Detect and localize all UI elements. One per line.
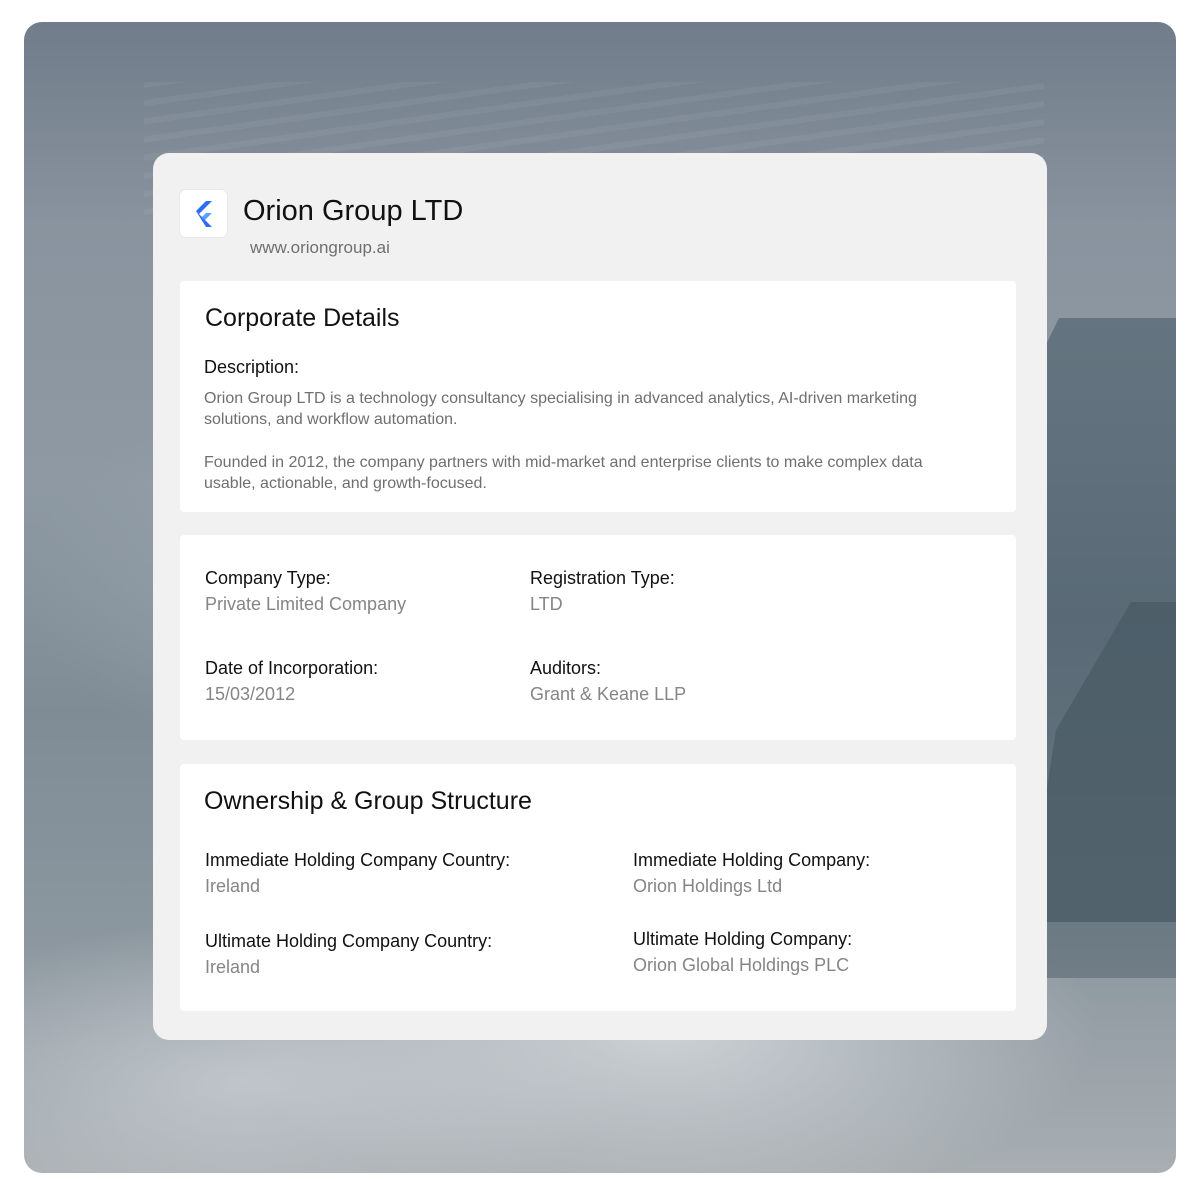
company-type-value: Private Limited Company (205, 594, 407, 614)
corporate-details-title: Corporate Details (205, 304, 400, 332)
ultimate-holding-company-field: Ultimate Holding Company: Orion Global H… (633, 928, 852, 976)
company-website-link[interactable]: www.oriongroup.ai (250, 238, 390, 258)
ownership-title: Ownership & Group Structure (204, 787, 532, 815)
registration-type-label: Registration Type: (530, 568, 675, 588)
auditors-value: Grant & Keane LLP (530, 684, 687, 704)
ultimate-holding-company-label: Ultimate Holding Company: (633, 929, 853, 949)
immediate-holding-country-field: Immediate Holding Company Country: Irela… (205, 849, 510, 897)
immediate-holding-company-field: Immediate Holding Company: Orion Holding… (633, 849, 870, 897)
registration-details-panel: Company Type: Private Limited Company Re… (180, 535, 1016, 740)
immediate-holding-company-value: Orion Holdings Ltd (633, 876, 783, 896)
company-logo[interactable] (180, 190, 227, 237)
ownership-structure-panel: Ownership & Group Structure Immediate Ho… (180, 764, 1016, 1011)
ultimate-holding-country-value: Ireland (205, 957, 261, 977)
registration-type-value: LTD (530, 594, 563, 614)
description-paragraph-2: Founded in 2012, the company partners wi… (204, 454, 923, 492)
auditors-label: Auditors: (530, 658, 602, 678)
immediate-holding-country-label: Immediate Holding Company Country: (205, 850, 511, 870)
flutter-chevron-logo-icon (196, 201, 212, 227)
company-name: Orion Group LTD (243, 195, 464, 227)
immediate-holding-company-label: Immediate Holding Company: (633, 850, 871, 870)
description-label: Description: (204, 357, 300, 377)
immediate-holding-country-value: Ireland (205, 876, 261, 896)
incorporation-date-value: 15/03/2012 (205, 684, 296, 704)
ultimate-holding-company-value: Orion Global Holdings PLC (633, 955, 850, 975)
description-paragraph-1: Orion Group LTD is a technology consulta… (204, 390, 917, 428)
ultimate-holding-country-field: Ultimate Holding Company Country: Irelan… (205, 930, 492, 978)
registration-type-field: Registration Type: LTD (530, 567, 675, 615)
ultimate-holding-country-label: Ultimate Holding Company Country: (205, 931, 493, 951)
incorporation-date-field: Date of Incorporation: 15/03/2012 (205, 657, 378, 705)
company-type-label: Company Type: (205, 568, 331, 588)
company-type-field: Company Type: Private Limited Company (205, 567, 406, 615)
company-profile-card: Orion Group LTD www.oriongroup.ai Corpor… (153, 153, 1047, 1040)
corporate-details-panel: Corporate Details Description: Orion Gro… (180, 281, 1016, 512)
auditors-field: Auditors: Grant & Keane LLP (530, 657, 686, 705)
company-header: Orion Group LTD www.oriongroup.ai (180, 190, 1020, 260)
incorporation-date-label: Date of Incorporation: (205, 658, 379, 678)
